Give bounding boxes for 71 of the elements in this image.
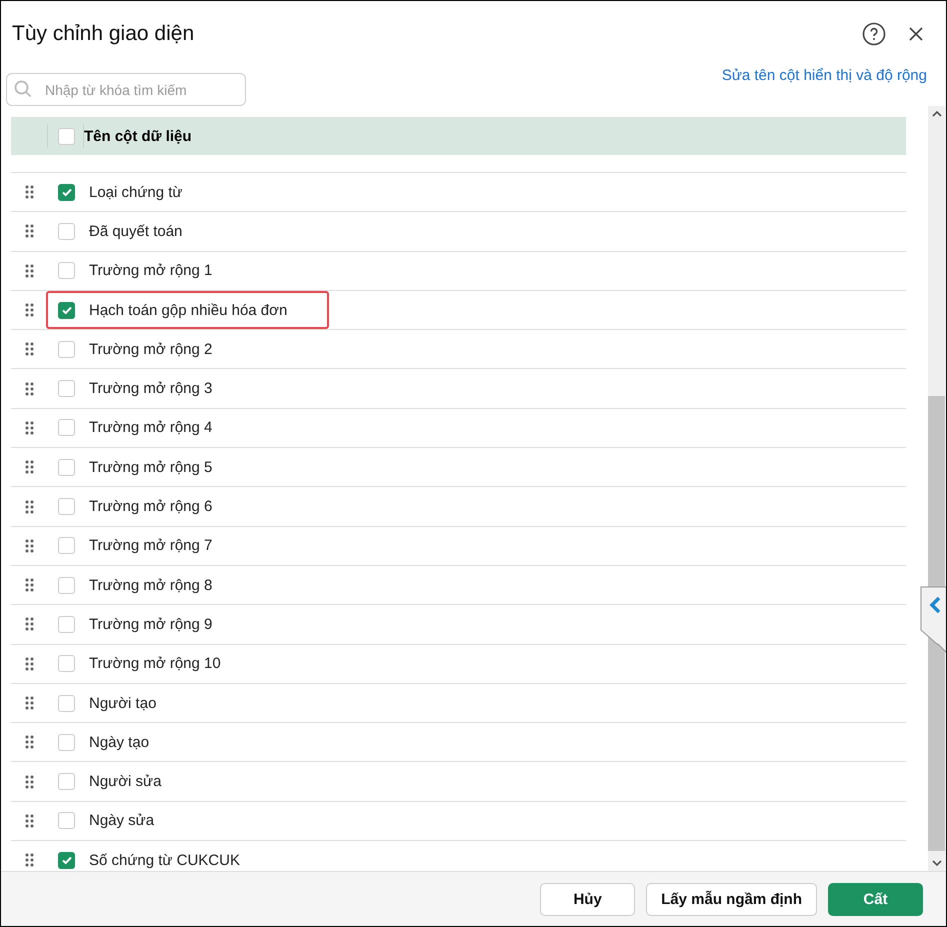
drag-handle-icon[interactable] — [25, 735, 34, 750]
drag-handle-icon[interactable] — [25, 500, 34, 514]
column-name: Trường mở rộng 4 — [89, 419, 212, 436]
column-name: Người tạo — [89, 694, 156, 712]
checkbox[interactable] — [58, 694, 75, 712]
action-button[interactable]: Hủy — [540, 882, 636, 916]
column-name: Trường mở rộng 9 — [89, 616, 212, 633]
drag-handle-icon[interactable] — [25, 303, 34, 318]
checkbox[interactable] — [58, 616, 75, 633]
column-name: Trường mở rộng 1 — [89, 262, 212, 280]
dialog-title: Tùy chỉnh giao diện — [12, 22, 194, 46]
column-name: Trường mở rộng 8 — [89, 576, 212, 594]
collapse-tab[interactable] — [920, 586, 946, 654]
drag-handle-icon[interactable] — [25, 814, 34, 828]
checkbox[interactable] — [58, 458, 75, 476]
save-button[interactable]: Cất — [828, 882, 923, 916]
checkbox[interactable] — [58, 380, 75, 398]
drag-handle-icon[interactable] — [25, 420, 34, 435]
column-name: Trường mở rộng 3 — [89, 380, 212, 398]
drag-handle-icon[interactable] — [25, 342, 34, 356]
checkbox[interactable] — [58, 128, 75, 144]
scroll-up-icon[interactable] — [932, 110, 942, 118]
close-icon[interactable] — [908, 26, 924, 42]
drag-handle-icon[interactable] — [25, 696, 34, 710]
rename-columns-link[interactable]: Sửa tên cột hiển thị và độ rộng — [722, 67, 927, 84]
drag-handle-icon[interactable] — [25, 264, 34, 278]
column-name: Trường mở rộng 6 — [89, 498, 212, 516]
drag-handle-icon[interactable] — [25, 224, 34, 238]
checkbox[interactable] — [58, 576, 75, 594]
checkbox[interactable] — [58, 262, 75, 280]
help-icon[interactable] — [862, 22, 886, 46]
scrollbar[interactable] — [928, 106, 945, 871]
drag-handle-icon[interactable] — [25, 853, 34, 868]
column-name: Đã quyết toán — [89, 222, 182, 240]
drag-handle-icon[interactable] — [25, 460, 34, 474]
checkbox[interactable] — [58, 222, 75, 240]
checkbox[interactable] — [58, 852, 75, 869]
checkbox[interactable] — [58, 537, 75, 554]
check-icon — [60, 186, 72, 198]
drag-handle-icon[interactable] — [25, 538, 34, 553]
column-name: Loại chứng từ — [89, 184, 182, 201]
drag-handle-icon[interactable] — [25, 617, 34, 632]
column-name: Ngày sửa — [89, 812, 154, 830]
checkbox[interactable] — [58, 419, 75, 436]
column-name: Hạch toán gộp nhiều hóa đơn — [89, 302, 288, 319]
drag-handle-icon[interactable] — [25, 185, 34, 200]
column-name: Trường mở rộng 5 — [89, 458, 212, 476]
column-header: Tên cột dữ liệu — [84, 128, 192, 144]
checkbox[interactable] — [58, 773, 75, 790]
column-name: Số chứng từ CUKCUK — [89, 852, 240, 869]
check-icon — [60, 854, 72, 866]
column-name: Trường mở rộng 2 — [89, 340, 212, 358]
drag-handle-icon[interactable] — [25, 656, 34, 671]
column-name: Trường mở rộng 10 — [89, 655, 221, 672]
scroll-down-icon[interactable] — [932, 859, 942, 867]
column-name: Người sửa — [89, 773, 162, 790]
column-name: Ngày tạo — [89, 734, 150, 751]
checkbox[interactable] — [58, 340, 75, 358]
checkbox[interactable] — [58, 812, 75, 830]
checkbox[interactable] — [58, 498, 75, 516]
checkbox[interactable] — [58, 302, 75, 319]
search-field[interactable]: Nhập từ khóa tìm kiếm — [6, 73, 246, 106]
drag-handle-icon[interactable] — [25, 382, 34, 396]
column-name: Trường mở rộng 7 — [89, 537, 212, 554]
drag-handle-icon[interactable] — [25, 774, 34, 789]
checkbox[interactable] — [58, 734, 75, 751]
checkbox[interactable] — [58, 655, 75, 672]
check-icon — [60, 304, 72, 316]
drag-handle-icon[interactable] — [25, 578, 34, 592]
action-button[interactable]: Lấy mẫu ngầm định — [646, 882, 817, 916]
checkbox[interactable] — [58, 184, 75, 201]
